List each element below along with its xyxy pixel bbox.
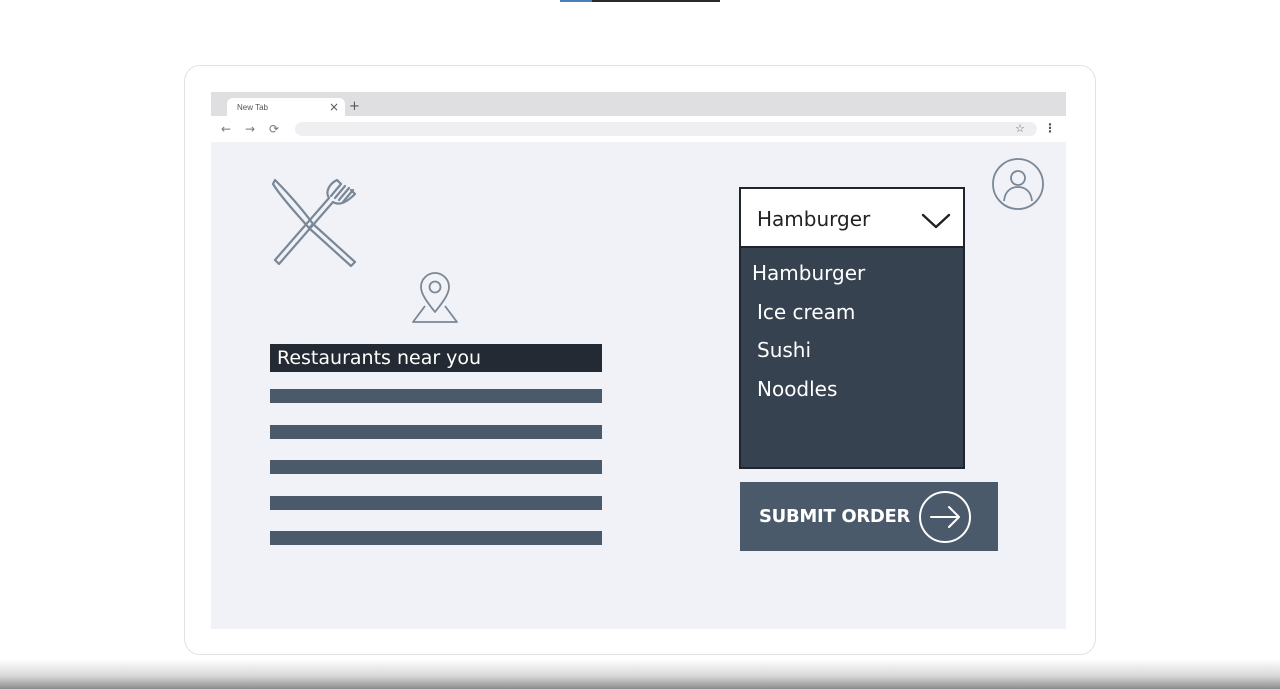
browser-window: New Tab × + ← → ⟳ ☆ ⋮ Restaurants near y… bbox=[211, 92, 1066, 629]
submit-order-button[interactable]: SUBMIT ORDER bbox=[740, 482, 998, 551]
browser-menu-icon[interactable]: ⋮ bbox=[1044, 119, 1056, 137]
browser-tab[interactable]: New Tab × bbox=[227, 98, 345, 116]
restaurants-heading: Restaurants near you bbox=[270, 344, 602, 372]
bookmark-star-icon[interactable]: ☆ bbox=[1015, 121, 1025, 137]
submit-order-label: SUBMIT ORDER bbox=[759, 506, 911, 527]
dropdown-option[interactable]: Noodles bbox=[757, 377, 837, 401]
restaurant-list-item[interactable] bbox=[270, 389, 602, 403]
tab-close-icon[interactable]: × bbox=[329, 100, 339, 114]
dropdown-option[interactable]: Ice cream bbox=[757, 300, 855, 324]
food-dropdown[interactable]: Hamburger Hamburger Ice cream Sushi Nood… bbox=[739, 187, 965, 469]
browser-toolbar: ← → ⟳ ☆ ⋮ bbox=[211, 116, 1066, 142]
new-tab-icon[interactable]: + bbox=[349, 100, 360, 114]
video-progress-bar[interactable] bbox=[560, 0, 720, 2]
back-arrow-icon[interactable]: ← bbox=[221, 121, 231, 137]
video-bottom-shade bbox=[0, 659, 1280, 689]
restaurant-list-item[interactable] bbox=[270, 424, 602, 439]
web-page-content: Restaurants near you Hamburger Hamburger… bbox=[211, 142, 1066, 629]
dropdown-selected-value[interactable]: Hamburger bbox=[741, 189, 963, 248]
user-avatar-icon[interactable] bbox=[991, 157, 1045, 211]
arrow-right-circle-icon bbox=[919, 491, 971, 543]
video-progress-fill bbox=[560, 0, 592, 2]
dropdown-selected-label: Hamburger bbox=[757, 207, 871, 231]
forward-arrow-icon[interactable]: → bbox=[245, 121, 255, 137]
reload-icon[interactable]: ⟳ bbox=[269, 121, 279, 137]
restaurant-list-item[interactable] bbox=[270, 460, 602, 474]
restaurant-list bbox=[270, 389, 602, 567]
tab-strip: New Tab × + bbox=[211, 92, 1066, 116]
restaurant-list-item[interactable] bbox=[270, 531, 602, 545]
tab-title: New Tab bbox=[237, 103, 268, 112]
restaurant-list-item[interactable] bbox=[270, 495, 602, 510]
address-bar[interactable] bbox=[295, 122, 1037, 136]
cutlery-icon bbox=[271, 178, 357, 268]
dropdown-option[interactable]: Sushi bbox=[757, 338, 811, 362]
chevron-down-icon[interactable] bbox=[921, 211, 951, 231]
dropdown-option[interactable]: Hamburger bbox=[752, 261, 865, 285]
location-pin-icon bbox=[412, 272, 458, 323]
